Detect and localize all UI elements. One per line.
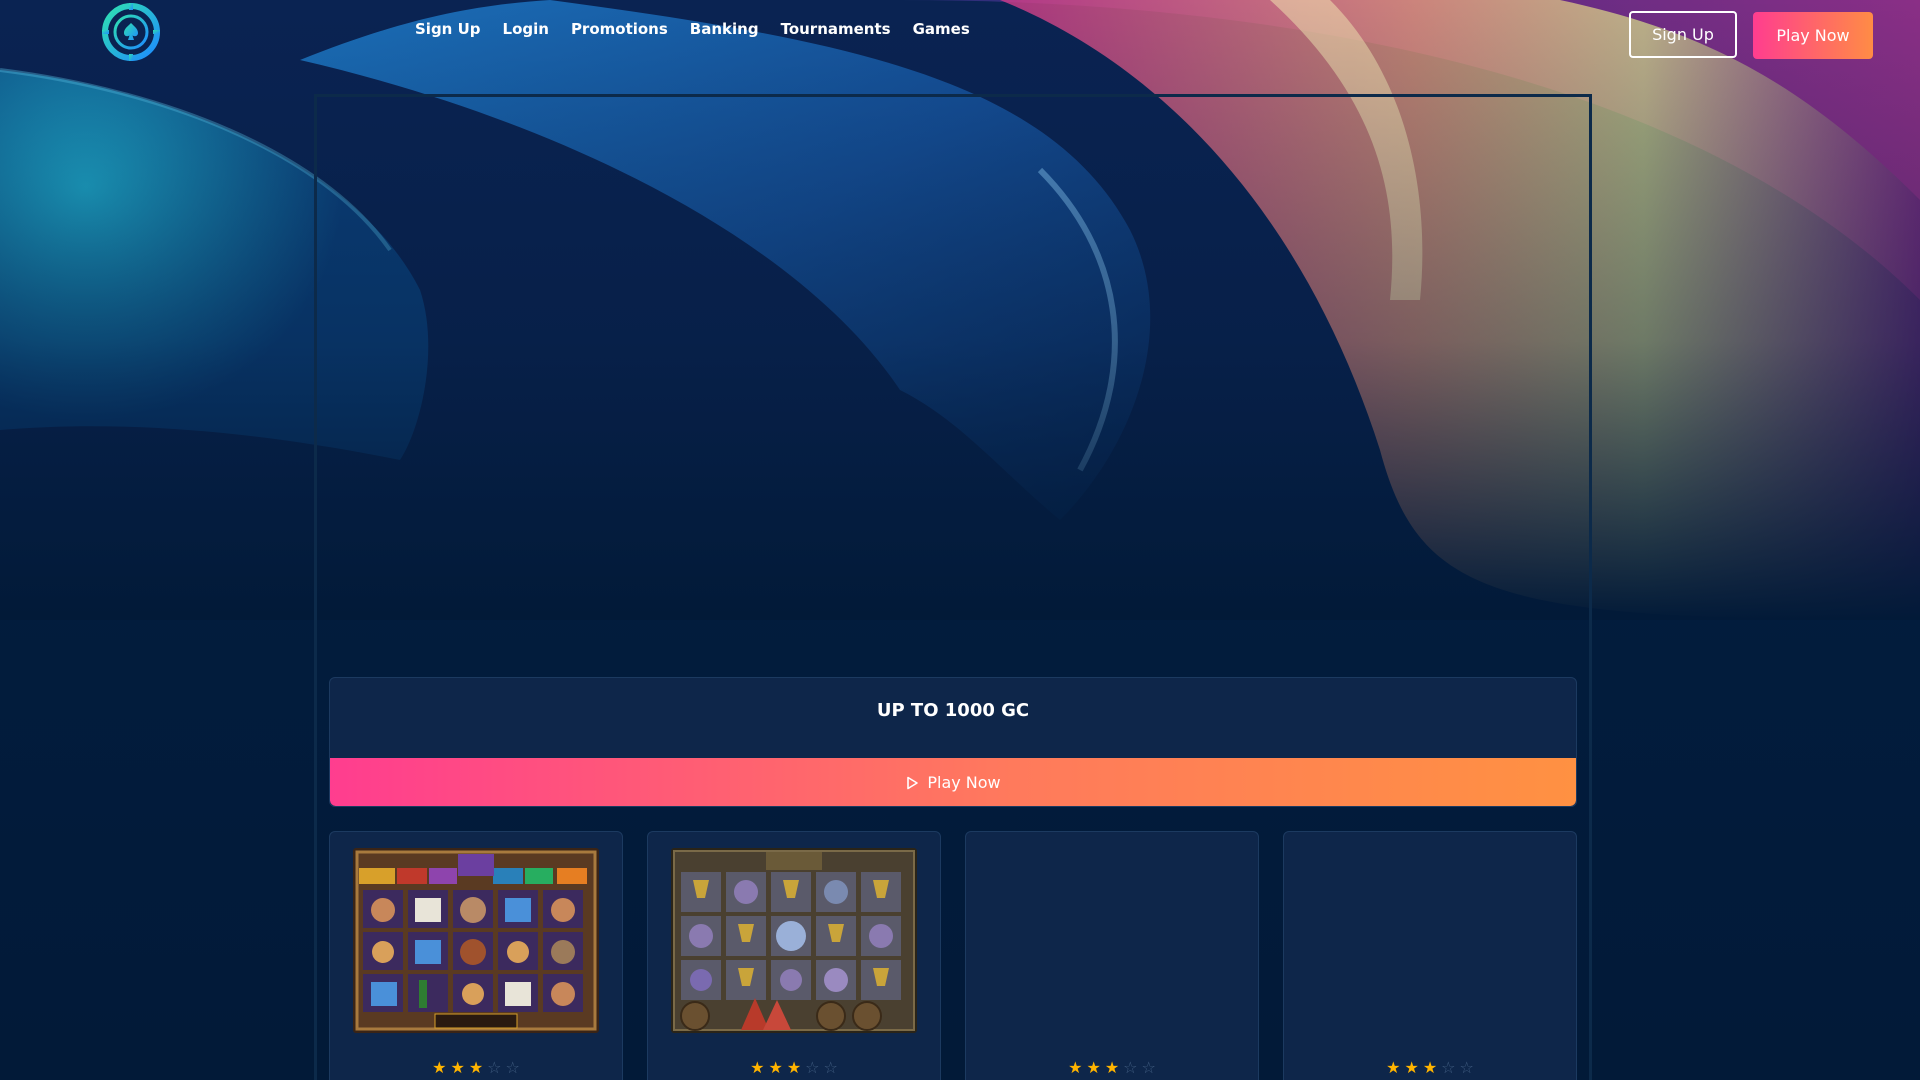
star-icon: ★ — [1068, 1058, 1083, 1077]
star-icon: ☆ — [487, 1058, 502, 1077]
rating-stars: ★ ★ ★ ☆ ☆ — [330, 1060, 622, 1076]
site-header: Sign Up Login Promotions Banking Tournam… — [0, 0, 1920, 70]
game-card[interactable]: ★ ★ ★ ☆ ☆ — [647, 831, 941, 1080]
star-icon: ★ — [1086, 1058, 1101, 1077]
rating-stars: ★ ★ ★ ☆ ☆ — [648, 1060, 940, 1076]
star-icon: ★ — [450, 1058, 465, 1077]
promo-play-label: Play Now — [927, 772, 1001, 792]
promo-title: UP TO 1000 GC — [876, 700, 1030, 721]
sign-up-button[interactable]: Sign Up — [1629, 11, 1737, 58]
promo-play-now-button[interactable]: Play Now — [330, 758, 1576, 806]
rating-stars: ★ ★ ★ ☆ ☆ — [966, 1060, 1258, 1076]
star-icon: ★ — [1404, 1058, 1419, 1077]
game-card[interactable]: ★ ★ ★ ☆ ☆ — [965, 831, 1259, 1080]
nav-games[interactable]: Games — [913, 20, 970, 38]
play-icon — [905, 775, 919, 790]
game-grid: ★ ★ ★ ☆ ☆ ★ ★ ★ ☆ ☆ ★ ★ ★ ☆ ☆ ★ ★ ★ ☆ ☆ — [329, 831, 1577, 1080]
game-card[interactable]: ★ ★ ★ ☆ ☆ — [329, 831, 623, 1080]
star-icon: ☆ — [1123, 1058, 1138, 1077]
star-icon: ☆ — [1141, 1058, 1156, 1077]
star-icon: ★ — [1386, 1058, 1401, 1077]
promo-card: UP TO 1000 GC Play Now — [329, 677, 1577, 807]
star-icon: ★ — [1104, 1058, 1120, 1077]
poker-chip-spade-icon[interactable] — [101, 2, 161, 62]
star-icon: ★ — [432, 1058, 447, 1077]
star-icon: ☆ — [805, 1058, 820, 1077]
star-icon: ★ — [468, 1058, 484, 1077]
game-thumbnail[interactable] — [671, 848, 917, 1033]
nav-login[interactable]: Login — [503, 20, 549, 38]
star-icon: ☆ — [505, 1058, 520, 1077]
star-icon: ★ — [786, 1058, 802, 1077]
star-icon: ☆ — [823, 1058, 838, 1077]
rating-stars: ★ ★ ★ ☆ ☆ — [1284, 1060, 1576, 1076]
nav-tournaments[interactable]: Tournaments — [781, 20, 891, 38]
game-card[interactable]: ★ ★ ★ ☆ ☆ — [1283, 831, 1577, 1080]
play-now-button[interactable]: Play Now — [1753, 12, 1873, 59]
game-thumbnail[interactable] — [353, 848, 599, 1033]
star-icon: ★ — [768, 1058, 783, 1077]
star-icon: ★ — [1422, 1058, 1438, 1077]
star-icon: ★ — [750, 1058, 765, 1077]
star-icon: ☆ — [1459, 1058, 1474, 1077]
nav-banking[interactable]: Banking — [690, 20, 759, 38]
nav-promotions[interactable]: Promotions — [571, 20, 668, 38]
star-icon: ☆ — [1441, 1058, 1456, 1077]
main-nav: Sign Up Login Promotions Banking Tournam… — [415, 20, 970, 38]
page: Sign Up Login Promotions Banking Tournam… — [0, 0, 1920, 1080]
nav-sign-up[interactable]: Sign Up — [415, 20, 481, 38]
